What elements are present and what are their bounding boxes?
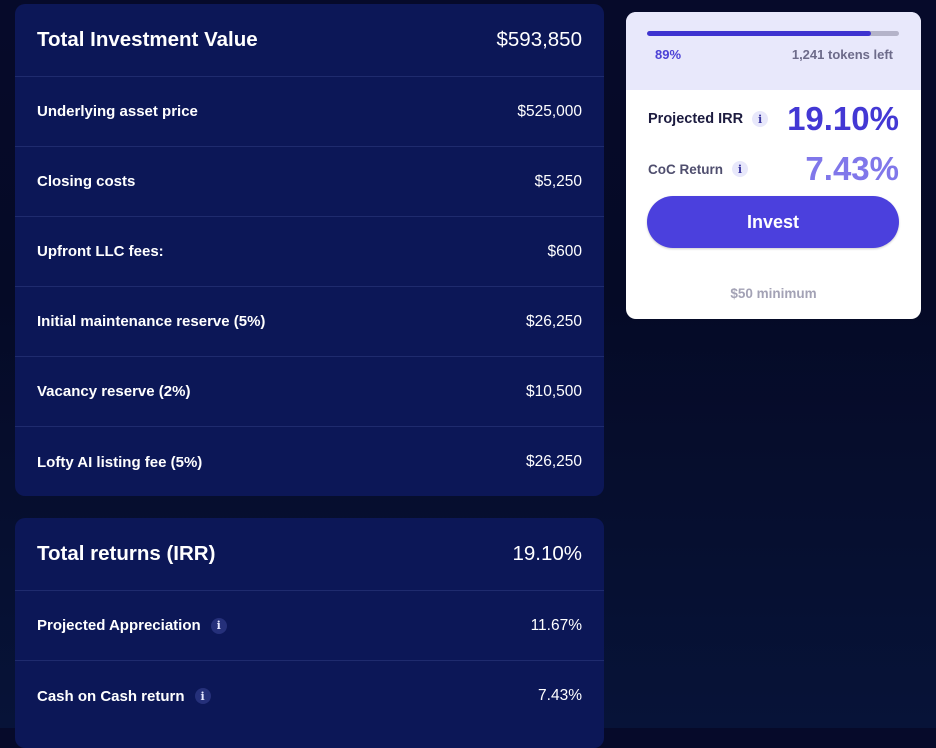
returns-breakdown-panel: Total returns (IRR) 19.10% Projected App… [15,518,604,748]
invest-card: 89% 1,241 tokens left Projected IRR i 19… [626,12,921,319]
projected-irr-row: Projected IRR i 19.10% [626,100,921,138]
closing-costs-label: Closing costs [37,173,136,190]
info-icon[interactable]: i [194,688,211,704]
progress-labels: 89% 1,241 tokens left [647,47,900,62]
invest-button[interactable]: Invest [647,196,899,248]
projected-irr-value: 19.10% [787,100,899,137]
investment-row-listing-fee: Lofty AI listing fee (5%) $26,250 [15,427,604,496]
coc-return-row: CoC Return i 7.43% [626,150,921,188]
coc-return-value: 7.43% [805,150,899,187]
investment-row-closing-costs: Closing costs $5,250 [15,147,604,217]
info-icon[interactable]: i [752,111,769,127]
appreciation-label: Projected Appreciation [37,617,201,634]
total-returns-label: Total returns (IRR) [37,542,216,565]
asset-price-label: Underlying asset price [37,103,198,120]
projected-irr-label: Projected IRR [648,111,744,127]
total-returns-value: 19.10% [512,542,582,565]
vacancy-reserve-label: Vacancy reserve (2%) [37,383,191,400]
investment-breakdown-panel: Total Investment Value $593,850 Underlyi… [15,4,604,496]
returns-row-cash-on-cash: Cash on Cash return i 7.43% [15,661,604,731]
appreciation-value: 11.67% [530,616,582,634]
returns-header-row: Total returns (IRR) 19.10% [15,518,604,591]
total-investment-value: $593,850 [496,28,582,51]
tokens-left: 1,241 tokens left [791,47,893,62]
cash-on-cash-label-group: Cash on Cash return i [37,688,211,705]
cash-on-cash-label: Cash on Cash return [37,687,185,705]
appreciation-label-group: Projected Appreciation i [37,617,227,634]
info-icon[interactable]: i [732,161,748,177]
llc-fees-value: $600 [547,242,582,260]
closing-costs-value: $5,250 [534,172,582,190]
investment-header-row: Total Investment Value $593,850 [15,4,604,77]
projected-irr-label-group: Projected IRR i [648,111,769,127]
investment-row-asset-price: Underlying asset price $525,000 [15,77,604,147]
coc-return-label-group: CoC Return i [648,161,748,177]
minimum-investment: $50 minimum [730,286,817,301]
investment-row-vacancy-reserve: Vacancy reserve (2%) $10,500 [15,357,604,427]
maintenance-reserve-label: Initial maintenance reserve (5%) [37,313,266,330]
maintenance-reserve-value: $26,250 [525,312,582,330]
listing-fee-label: Lofty AI listing fee (5%) [37,453,203,471]
listing-fee-value: $26,250 [525,453,582,470]
cash-on-cash-value: 7.43% [538,687,582,704]
investment-row-llc-fees: Upfront LLC fees: $600 [15,217,604,287]
investment-row-maintenance-reserve: Initial maintenance reserve (5%) $26,250 [15,287,604,357]
asset-price-value: $525,000 [517,102,582,120]
funding-progress-section: 89% 1,241 tokens left [626,12,921,90]
coc-return-label: CoC Return [648,161,723,177]
progress-percent: 89% [655,47,682,62]
llc-fees-label: Upfront LLC fees: [37,243,164,260]
funding-progress-bar [647,31,899,36]
total-investment-label: Total Investment Value [37,28,258,51]
vacancy-reserve-value: $10,500 [525,382,582,400]
info-icon[interactable]: i [210,617,227,634]
funding-progress-fill [647,31,872,36]
returns-row-appreciation: Projected Appreciation i 11.67% [15,591,604,661]
